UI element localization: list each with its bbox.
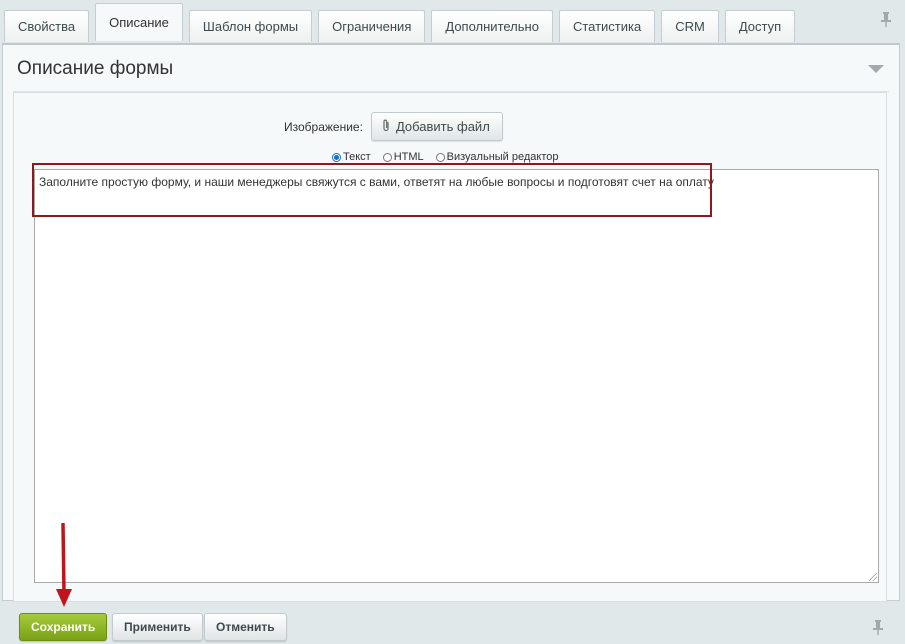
resize-handle-icon[interactable]: [869, 573, 877, 581]
tab-description[interactable]: Описание: [95, 3, 183, 41]
paperclip-icon: [382, 119, 390, 135]
annotation-arrow-icon: [56, 523, 72, 607]
tab-access[interactable]: Доступ: [724, 10, 796, 42]
description-textarea[interactable]: Заполните простую форму, и наши менеджер…: [34, 169, 879, 583]
tab-form-template[interactable]: Шаблон формы: [188, 10, 313, 42]
radio-visual-label: Визуальный редактор: [446, 151, 559, 163]
add-file-label: Добавить файл: [395, 119, 490, 134]
add-file-button[interactable]: Добавить файл: [370, 112, 503, 141]
apply-button[interactable]: Применить: [112, 613, 203, 641]
tab-additional[interactable]: Дополнительно: [431, 10, 553, 42]
collapse-icon[interactable]: [868, 65, 884, 73]
description-panel: Описание формы Изображение: Добавить фай…: [2, 43, 900, 602]
radio-text[interactable]: Текст: [332, 151, 371, 163]
cancel-button[interactable]: Отменить: [204, 613, 287, 641]
tab-properties[interactable]: Свойства: [4, 10, 90, 42]
tab-restrictions[interactable]: Ограничения: [318, 10, 426, 42]
radio-button[interactable]: [435, 152, 445, 162]
format-radio-group: Текст HTML Визуальный редактор: [332, 151, 571, 163]
radio-button-checked[interactable]: [332, 152, 341, 162]
radio-text-label: Текст: [343, 151, 371, 163]
radio-button[interactable]: [382, 152, 392, 162]
image-row: Изображение: Добавить файл: [284, 112, 503, 141]
pin-icon[interactable]: [873, 620, 883, 638]
radio-html-label: HTML: [393, 151, 424, 163]
tab-crm[interactable]: CRM: [661, 10, 719, 42]
panel-title: Описание формы: [17, 58, 174, 79]
save-button[interactable]: Сохранить: [19, 613, 108, 641]
pin-icon[interactable]: [881, 12, 891, 30]
radio-visual-editor[interactable]: Визуальный редактор: [435, 151, 559, 163]
image-label: Изображение:: [284, 119, 363, 134]
tab-statistics[interactable]: Статистика: [558, 10, 656, 42]
tab-bar: Свойства Описание Шаблон формы Ограничен…: [4, 3, 801, 43]
radio-html[interactable]: HTML: [382, 151, 424, 163]
annotation-highlight-box: [32, 163, 712, 217]
